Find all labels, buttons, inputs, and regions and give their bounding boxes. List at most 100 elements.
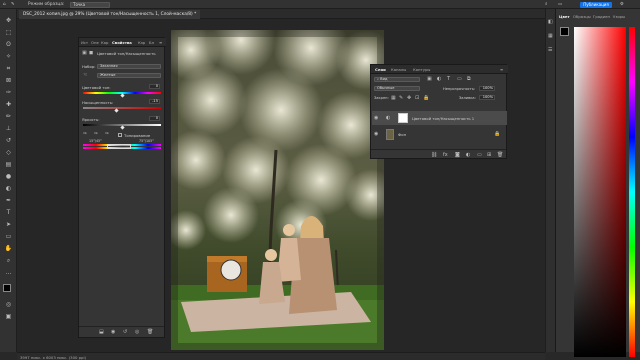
visibility-icon[interactable]: ◎ <box>135 329 139 335</box>
saturation-slider-thumb[interactable] <box>114 108 119 113</box>
home-icon[interactable]: ⌂ <box>3 2 6 7</box>
hand-icon[interactable]: ✋ <box>4 245 13 252</box>
saturation-slider[interactable] <box>83 107 161 109</box>
swatches-panel-icon[interactable]: ▦ <box>548 33 553 39</box>
lightness-slider-thumb[interactable] <box>119 125 125 130</box>
tab-operations[interactable]: Опе <box>91 40 99 45</box>
saturation-value[interactable]: -15 <box>149 99 160 104</box>
zoom-icon[interactable]: ⌕ <box>4 257 13 264</box>
layer-name[interactable]: Цветовой тон/Насыщенность 1 <box>412 116 474 121</box>
tab-layers[interactable]: Слои <box>375 67 386 72</box>
eraser-icon[interactable]: ◇ <box>4 149 13 156</box>
layer-mask-thumbnail[interactable] <box>398 113 408 123</box>
layer-visibility-icon[interactable]: ◉ <box>374 115 378 121</box>
lock-artboard-icon[interactable]: ⊡ <box>415 95 419 101</box>
blend-mode-select[interactable]: Обычные <box>374 86 420 91</box>
path-select-icon[interactable]: ➤ <box>4 221 13 228</box>
type-icon[interactable]: T <box>4 209 13 216</box>
tool-preset-icon[interactable]: ✎ <box>11 2 15 7</box>
history-brush-icon[interactable]: ↺ <box>4 137 13 144</box>
preset-select[interactable]: Заказная <box>97 64 161 69</box>
eyedropper-icon[interactable]: ✑ <box>4 89 13 96</box>
brush-icon[interactable]: ✏ <box>4 113 13 120</box>
workspace-icon[interactable]: ▭ <box>558 2 562 7</box>
more-tools-icon[interactable]: … <box>4 269 13 276</box>
tab-color[interactable]: Цвет <box>559 14 570 19</box>
pen-icon[interactable]: ✒ <box>4 197 13 204</box>
filter-pixel-icon[interactable]: ▣ <box>427 76 432 82</box>
tab-brush[interactable]: Кэр <box>138 40 145 45</box>
reset-icon[interactable]: ↺ <box>123 329 127 335</box>
layer-filter-select[interactable]: ⌕ Вид <box>374 77 420 82</box>
settings-icon[interactable]: ⚙ <box>620 2 624 7</box>
tab-swatches[interactable]: Образцы <box>573 14 591 19</box>
tab-properties[interactable]: Свойства <box>112 40 132 45</box>
search-icon[interactable]: ⌕ <box>545 2 547 7</box>
lock-all-icon[interactable]: 🔒 <box>423 95 429 101</box>
fill-value[interactable]: 100% <box>479 95 495 100</box>
sample-mode-select[interactable]: Точка <box>70 1 110 8</box>
targeted-adjust-icon[interactable]: ☜ <box>83 72 87 78</box>
tab-history[interactable]: Ист <box>81 40 88 45</box>
move-icon[interactable]: ✥ <box>4 17 13 24</box>
rectangle-icon[interactable]: ▭ <box>4 233 13 240</box>
document-tab[interactable]: DSC_2012 копия.jpg @ 29% (Цветовой тон/Н… <box>19 10 201 19</box>
lock-pixels-icon[interactable]: ▦ <box>391 95 396 101</box>
tab-blocks[interactable]: Бл <box>149 40 154 45</box>
panel-menu-icon[interactable]: ≡ <box>159 40 162 45</box>
blur-icon[interactable]: ● <box>4 173 13 180</box>
color-field[interactable] <box>574 27 626 357</box>
tab-patterns[interactable]: Узоры <box>613 14 625 19</box>
filter-type-icon[interactable]: T <box>447 76 450 82</box>
eyedropper-subtract-icon[interactable]: ✑ <box>105 131 109 137</box>
color-foreground-swatch[interactable] <box>560 27 569 36</box>
hue-slider-thumb[interactable] <box>119 93 125 98</box>
color-panel-icon[interactable]: ◧ <box>548 19 553 25</box>
add-mask-icon[interactable]: ◙ <box>455 152 460 158</box>
colorize-checkbox[interactable] <box>118 133 122 137</box>
crop-icon[interactable]: ⌗ <box>4 65 13 72</box>
new-layer-icon[interactable]: ⊞ <box>487 152 491 158</box>
filter-smart-icon[interactable]: ⧉ <box>467 76 471 82</box>
stamp-icon[interactable]: ⊥ <box>4 125 13 132</box>
marquee-icon[interactable]: ⬚ <box>4 29 13 36</box>
layer-row[interactable]: ◉ Фон 🔒 <box>372 127 507 141</box>
channel-select[interactable]: Желтые <box>97 73 161 78</box>
new-group-icon[interactable]: ▭ <box>477 152 482 158</box>
eyedropper-add-icon[interactable]: ✑ <box>94 131 98 137</box>
delete-layer-icon[interactable]: 🗑 <box>497 152 503 158</box>
lightness-value[interactable]: 0 <box>149 116 160 121</box>
filter-shape-icon[interactable]: ▭ <box>457 76 462 82</box>
hue-value[interactable]: 0 <box>149 84 160 89</box>
tab-channels[interactable]: Каналы <box>391 67 406 72</box>
layer-row[interactable]: ◉ ◐ Цветовой тон/Насыщенность 1 <box>372 111 507 125</box>
lock-brush-icon[interactable]: ✎ <box>399 95 403 101</box>
mask-icon[interactable]: ◼ <box>89 50 93 56</box>
layer-visibility-icon[interactable]: ◉ <box>374 131 378 137</box>
view-previous-icon[interactable]: ◉ <box>111 329 115 335</box>
layer-name[interactable]: Фон <box>398 132 406 137</box>
link-layers-icon[interactable]: ⛓ <box>431 152 437 158</box>
layer-style-icon[interactable]: fx <box>443 152 448 158</box>
tab-gradients[interactable]: Градиен <box>593 14 610 19</box>
share-button[interactable]: Публикация <box>580 1 612 8</box>
tab-paths[interactable]: Контуры <box>413 67 430 72</box>
healing-icon[interactable]: ✚ <box>4 101 13 108</box>
eyedropper-icon[interactable]: ✑ <box>83 131 87 137</box>
lock-move-icon[interactable]: ✥ <box>407 95 411 101</box>
clip-to-layer-icon[interactable]: ⬓ <box>99 329 104 335</box>
dodge-icon[interactable]: ◐ <box>4 185 13 192</box>
hue-strip[interactable] <box>629 27 635 357</box>
frame-icon[interactable]: ⊠ <box>4 77 13 84</box>
new-adjustment-icon[interactable]: ◐ <box>466 152 470 158</box>
opacity-value[interactable]: 100% <box>479 86 495 91</box>
gradient-icon[interactable]: ▤ <box>4 161 13 168</box>
quick-mask-icon[interactable]: ◎ <box>4 301 13 308</box>
delete-icon[interactable]: 🗑 <box>147 329 153 335</box>
filter-adjustment-icon[interactable]: ◐ <box>437 76 441 82</box>
document-photo[interactable] <box>171 30 384 350</box>
quick-select-icon[interactable]: ✧ <box>4 53 13 60</box>
lasso-icon[interactable]: ʘ <box>4 41 13 48</box>
libraries-panel-icon[interactable]: ☰ <box>548 47 552 53</box>
layers-menu-icon[interactable]: ≡ <box>500 67 503 72</box>
